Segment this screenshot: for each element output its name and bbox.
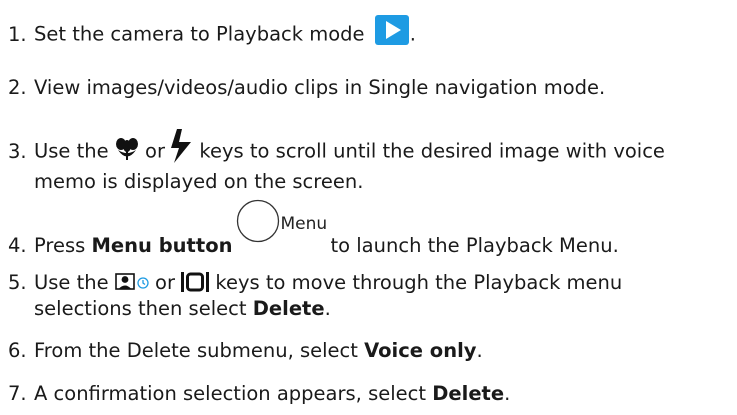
- step-number: 3.: [8, 139, 27, 163]
- step-text-end: .: [504, 382, 511, 405]
- step-1: 1. Set the camera to Playback mode .: [8, 15, 737, 50]
- step-text-end: .: [476, 339, 483, 362]
- step-6: 6. From the Delete submenu, select Voice …: [8, 338, 737, 364]
- step-number: 2.: [8, 76, 27, 99]
- step-text: keys to scroll until the desired image w…: [199, 139, 665, 163]
- step-text-line2: memo is displayed on the screen.: [34, 170, 364, 193]
- step-text-end: .: [324, 297, 331, 320]
- step-4: 4. Press Menu button Menu to launch the Pla…: [8, 199, 737, 259]
- step-text: keys to move through the Playback menu: [215, 271, 623, 294]
- instruction-steps: 1. Set the camera to Playback mode . 2. Vi…: [0, 0, 737, 415]
- step-number: 4.: [8, 234, 27, 257]
- step-number: 5.: [8, 271, 27, 294]
- step-text: selections then select: [34, 297, 247, 320]
- face-self-timer-icon: [115, 272, 149, 291]
- step-text: Use the: [34, 271, 109, 294]
- step-text: View images/videos/audio clips in Single…: [34, 76, 606, 99]
- step-5: 5. Use the or keys to move through the Pl…: [8, 270, 737, 322]
- step-bold-text: Delete: [432, 382, 505, 405]
- step-number: 1.: [8, 22, 27, 46]
- flash-bolt-icon: [171, 129, 193, 163]
- menu-button-label: Menu: [280, 214, 328, 234]
- circle-button-icon: [236, 199, 280, 250]
- step-text: Use the: [34, 139, 109, 163]
- step-3: 3. Use the or keys to scroll until the de…: [8, 129, 737, 195]
- macro-flower-icon: [115, 137, 139, 161]
- step-bold-text: Menu button: [91, 234, 233, 257]
- step-text-line2: selections then select Delete.: [8, 296, 737, 322]
- step-bold-text: Delete: [252, 297, 325, 320]
- step-2: 2. View images/videos/audio clips in Sing…: [8, 75, 737, 101]
- step-7: 7. A confirmation selection appears, sele…: [8, 381, 737, 407]
- step-text: Press: [34, 234, 86, 257]
- step-text: or: [155, 271, 175, 294]
- display-icon: [181, 271, 210, 292]
- step-text: Set the camera to Playback mode: [34, 22, 365, 46]
- step-text: From the Delete submenu, select: [34, 339, 358, 362]
- menu-button-icon: Menu: [236, 199, 327, 252]
- step-text: or: [145, 139, 165, 163]
- playback-icon: [374, 15, 409, 45]
- step-number: 7.: [8, 382, 27, 405]
- step-bold-text: Voice only: [364, 339, 477, 362]
- step-text-end: .: [409, 22, 416, 46]
- step-text: to launch the Playback Menu.: [330, 234, 619, 257]
- step-text: A confirmation selection appears, select: [34, 382, 427, 405]
- step-number: 6.: [8, 339, 27, 362]
